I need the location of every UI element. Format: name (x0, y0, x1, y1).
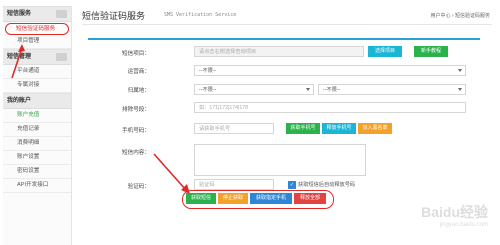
code-input[interactable]: 验证码 (194, 179, 274, 190)
section-toggle-icon (56, 10, 67, 18)
annotation-arrow-actions (153, 153, 190, 194)
chevron-down-icon (306, 88, 310, 91)
phone-input[interactable]: 请获取手机号 (194, 123, 274, 134)
operator-label: 运营商： (127, 69, 150, 75)
sidebar-item-api[interactable]: API开发接口 (3, 179, 71, 193)
province-select[interactable]: --不限-- (194, 84, 314, 95)
city-select[interactable]: --不限-- (318, 84, 466, 95)
operator-select[interactable]: --不限-- (194, 65, 466, 76)
blacklist-button[interactable]: 加入黑名单 (358, 123, 392, 134)
code-label: 验证码： (127, 184, 150, 190)
exclude-label: 排除号段： (122, 107, 150, 113)
get-phone-button[interactable]: 获取手机号 (286, 123, 320, 134)
auto-release-label: 获取短信后自动释放号码 (298, 182, 356, 188)
tutorial-button[interactable]: 新手教程 (414, 46, 448, 57)
region-label: 归属地： (127, 88, 150, 94)
sidebar-item-account-settings[interactable]: 账户设置 (3, 151, 71, 165)
content-label: 短信内容： (122, 150, 150, 156)
section-toggle-icon (56, 53, 67, 61)
sidebar-item-recharge[interactable]: 账户充值 (3, 109, 71, 123)
watermark: Baidu经验 jingyan.baidu.com (421, 202, 488, 228)
exclude-input[interactable]: 如：171|172|174|178 (194, 102, 466, 113)
page-title: 短信验证码服务 (82, 11, 146, 21)
sidebar-section-sms-service[interactable]: 短信服务 (3, 6, 71, 22)
release-phone-button[interactable]: 释放手机号 (322, 123, 356, 134)
chevron-down-icon (458, 88, 462, 91)
sidebar-section-my-account[interactable]: 我的账户 (3, 93, 71, 109)
select-project-button[interactable]: 选择项目 (368, 46, 402, 57)
watermark-main: Baidu经验 (421, 204, 488, 220)
operator-value: --不限-- (199, 68, 217, 74)
page-subtitle: SMS Verification Service (164, 12, 237, 18)
sidebar-item-dedicated[interactable]: 专属对接 (3, 79, 71, 93)
sidebar-item-consumption[interactable]: 消费明细 (3, 137, 71, 151)
chevron-down-icon (458, 69, 462, 72)
sidebar-item-sms-verification[interactable]: 短信验证码服务 (5, 23, 69, 35)
page-frame: 短信服务 短信验证码服务 项目管理 短信管理 平台通道 专属对接 我的账户 账户… (0, 0, 500, 245)
city-value: --不限-- (323, 87, 341, 93)
sms-content-area[interactable] (194, 144, 366, 176)
project-input[interactable]: 请点击右侧选择查询项目 (194, 46, 364, 57)
watermark-sub: jingyan.baidu.com (439, 222, 488, 228)
phone-label: 手机号码： (122, 128, 150, 134)
project-label: 短信项目： (122, 51, 150, 57)
header-divider (82, 24, 492, 25)
auto-release-checkbox[interactable]: ✓ (288, 181, 296, 189)
sidebar-section-title: 我的账户 (7, 98, 32, 104)
breadcrumb[interactable]: 用户中心 › 短信验证码服务 (431, 12, 490, 19)
annotation-highlight-actions (182, 190, 334, 209)
sidebar-item-password[interactable]: 密码设置 (3, 165, 71, 179)
sidebar-item-recharge-records[interactable]: 充值记录 (3, 123, 71, 137)
province-value: --不限-- (199, 87, 217, 93)
sidebar-section-title: 短信服务 (7, 11, 32, 17)
annotation-arrow-sidebar (11, 44, 25, 79)
